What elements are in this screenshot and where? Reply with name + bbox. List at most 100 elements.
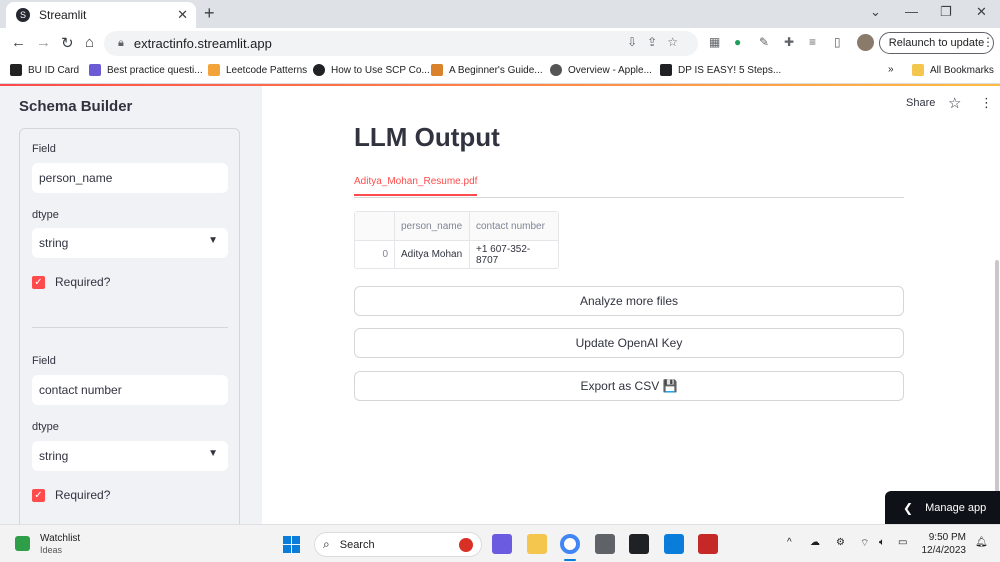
close-window-icon[interactable]: ✕ <box>976 4 987 20</box>
home-icon[interactable]: ⌂ <box>85 34 94 51</box>
restore-icon[interactable]: ❐ <box>940 4 952 20</box>
required-checkbox[interactable]: ✓ Required? <box>32 275 110 289</box>
grammarly-icon[interactable]: ● <box>734 35 741 49</box>
search-icon: ⌕ <box>323 537 330 551</box>
clock-date: 12/4/2023 <box>921 545 967 556</box>
manage-app-label: Manage app <box>925 501 987 514</box>
bookmark-favicon-icon <box>660 64 672 76</box>
dtype-select-value: string <box>39 449 69 463</box>
update-openai-key-button[interactable]: Update OpenAI Key <box>354 328 904 358</box>
acrobat-icon[interactable] <box>698 534 718 554</box>
new-tab-icon[interactable]: + <box>204 3 215 24</box>
widget-title[interactable]: Watchlist <box>40 533 80 544</box>
chrome-icon[interactable] <box>560 534 580 554</box>
folder-icon <box>912 64 924 76</box>
bookmark-item[interactable]: DP IS EASY! 5 Steps... <box>660 64 781 76</box>
bookmark-favicon-icon <box>10 64 22 76</box>
tray-overflow-icon[interactable]: ^ <box>787 537 792 548</box>
bookmark-item[interactable]: Leetcode Patterns <box>208 64 307 76</box>
field-label: Field <box>32 355 56 367</box>
reload-icon[interactable]: ↻ <box>61 34 74 52</box>
scrollbar[interactable] <box>995 260 999 500</box>
dtype-label: dtype <box>32 209 59 221</box>
divider <box>32 327 228 328</box>
required-checkbox[interactable]: ✓ Required? <box>32 488 110 502</box>
table-cell[interactable]: +1 607-352-8707 <box>470 241 558 268</box>
all-bookmarks[interactable]: All Bookmarks <box>912 64 994 76</box>
field-name-input[interactable]: person_name <box>32 163 228 193</box>
bookmark-favicon-icon <box>431 64 443 76</box>
table-header-cell <box>355 212 395 240</box>
required-label: Required? <box>55 488 111 502</box>
search-placeholder: Search <box>339 538 375 551</box>
active-app-indicator <box>564 559 576 561</box>
address-bar[interactable]: 🔒︎ extractinfo.streamlit.app ⇩⇪☆ <box>104 31 698 56</box>
required-label: Required? <box>55 275 111 289</box>
dtype-select-value: string <box>39 236 69 250</box>
bookmark-item[interactable]: Overview - Apple... <box>550 64 652 76</box>
close-tab-icon[interactable]: ✕ <box>177 7 188 23</box>
forward-icon[interactable]: → <box>36 34 51 51</box>
output-dataframe[interactable]: person_name contact number 0 Aditya Moha… <box>354 211 559 269</box>
bookmark-item[interactable]: BU ID Card <box>10 64 79 76</box>
field-label: Field <box>32 143 56 155</box>
chevron-down-icon: ▼ <box>208 235 218 246</box>
table-header-cell[interactable]: contact number <box>470 212 558 240</box>
minimize-icon[interactable]: — <box>905 4 918 19</box>
url-text: extractinfo.streamlit.app <box>133 36 272 51</box>
bookmark-item[interactable]: How to Use SCP Co... <box>313 64 430 76</box>
start-icon[interactable] <box>283 536 300 553</box>
vscode-icon[interactable] <box>664 534 684 554</box>
bookmark-item[interactable]: A Beginner's Guide... <box>431 64 543 76</box>
dtype-select[interactable]: string ▼ <box>32 441 228 471</box>
side-panel-icon[interactable]: ▯ <box>834 35 841 49</box>
tray-app-icon[interactable]: ⚙︎ <box>836 537 845 548</box>
bookmark-favicon-icon <box>89 64 101 76</box>
main-menu-icon[interactable]: ⋮ <box>980 95 993 111</box>
dtype-select[interactable]: string ▼ <box>32 228 228 258</box>
table-cell[interactable]: Aditya Mohan <box>395 241 470 268</box>
field-name-input[interactable]: contact number <box>32 375 228 405</box>
bookmarks-overflow-icon[interactable]: » <box>888 64 894 75</box>
profile-avatar[interactable] <box>857 34 874 51</box>
taskbar-search[interactable]: ⌕ Search <box>314 532 482 557</box>
reading-list-icon[interactable]: ≡ <box>809 35 816 49</box>
sidebar: Schema Builder Field person_name dtype s… <box>0 86 262 524</box>
calculator-icon[interactable] <box>595 534 615 554</box>
volume-icon[interactable]: 🔈︎ <box>879 537 885 548</box>
main-content: Share ☆ ⋮ LLM Output Aditya_Mohan_Resume… <box>262 86 1000 524</box>
wifi-icon[interactable]: ⌔ <box>860 537 869 550</box>
chrome-menu-icon[interactable]: ⋮ <box>982 35 994 49</box>
qr-extension-icon[interactable]: ▦ <box>709 35 720 49</box>
extension-icon[interactable]: ✎ <box>759 35 769 49</box>
tray-app-icon[interactable]: ☁︎ <box>810 537 820 548</box>
copilot-icon[interactable] <box>492 534 512 554</box>
battery-icon[interactable]: ▭ <box>898 537 907 548</box>
manage-app-button[interactable]: ❮ Manage app <box>885 491 1000 524</box>
bookmark-favicon-icon <box>208 64 220 76</box>
puzzle-extensions-icon[interactable]: ✚ <box>784 35 794 49</box>
terminal-icon[interactable] <box>629 534 649 554</box>
bookmark-item[interactable]: Best practice questi... <box>89 64 203 76</box>
watchlist-widget-icon[interactable] <box>15 536 30 551</box>
tab-search-icon[interactable]: ⌄ <box>870 4 881 20</box>
star-icon[interactable]: ☆ <box>948 94 961 112</box>
table-header-cell[interactable]: person_name <box>395 212 470 240</box>
apple-icon <box>550 64 562 76</box>
site-info-icon[interactable]: 🔒︎ <box>118 37 124 50</box>
export-csv-button[interactable]: Export as CSV 💾 <box>354 371 904 401</box>
browser-tab-title: Streamlit <box>39 8 87 22</box>
streamlit-favicon-icon: S <box>16 8 30 22</box>
chevron-down-icon: ▼ <box>208 448 218 459</box>
tab-resume-file[interactable]: Aditya_Mohan_Resume.pdf <box>354 176 478 196</box>
system-clock[interactable]: 9:50 PM 12/4/2023 <box>920 531 967 557</box>
notifications-icon[interactable]: 🔔︎ <box>975 537 988 548</box>
relaunch-button[interactable]: Relaunch to update <box>879 32 994 54</box>
back-icon[interactable]: ← <box>11 34 26 51</box>
omnibox-actions-icon[interactable]: ⇩⇪☆ <box>627 35 688 49</box>
share-button[interactable]: Share <box>906 97 935 109</box>
browser-tab[interactable]: S Streamlit ✕ <box>6 2 196 28</box>
analyze-more-files-button[interactable]: Analyze more files <box>354 286 904 316</box>
checkmark-icon: ✓ <box>32 488 45 502</box>
file-explorer-icon[interactable] <box>527 534 547 554</box>
